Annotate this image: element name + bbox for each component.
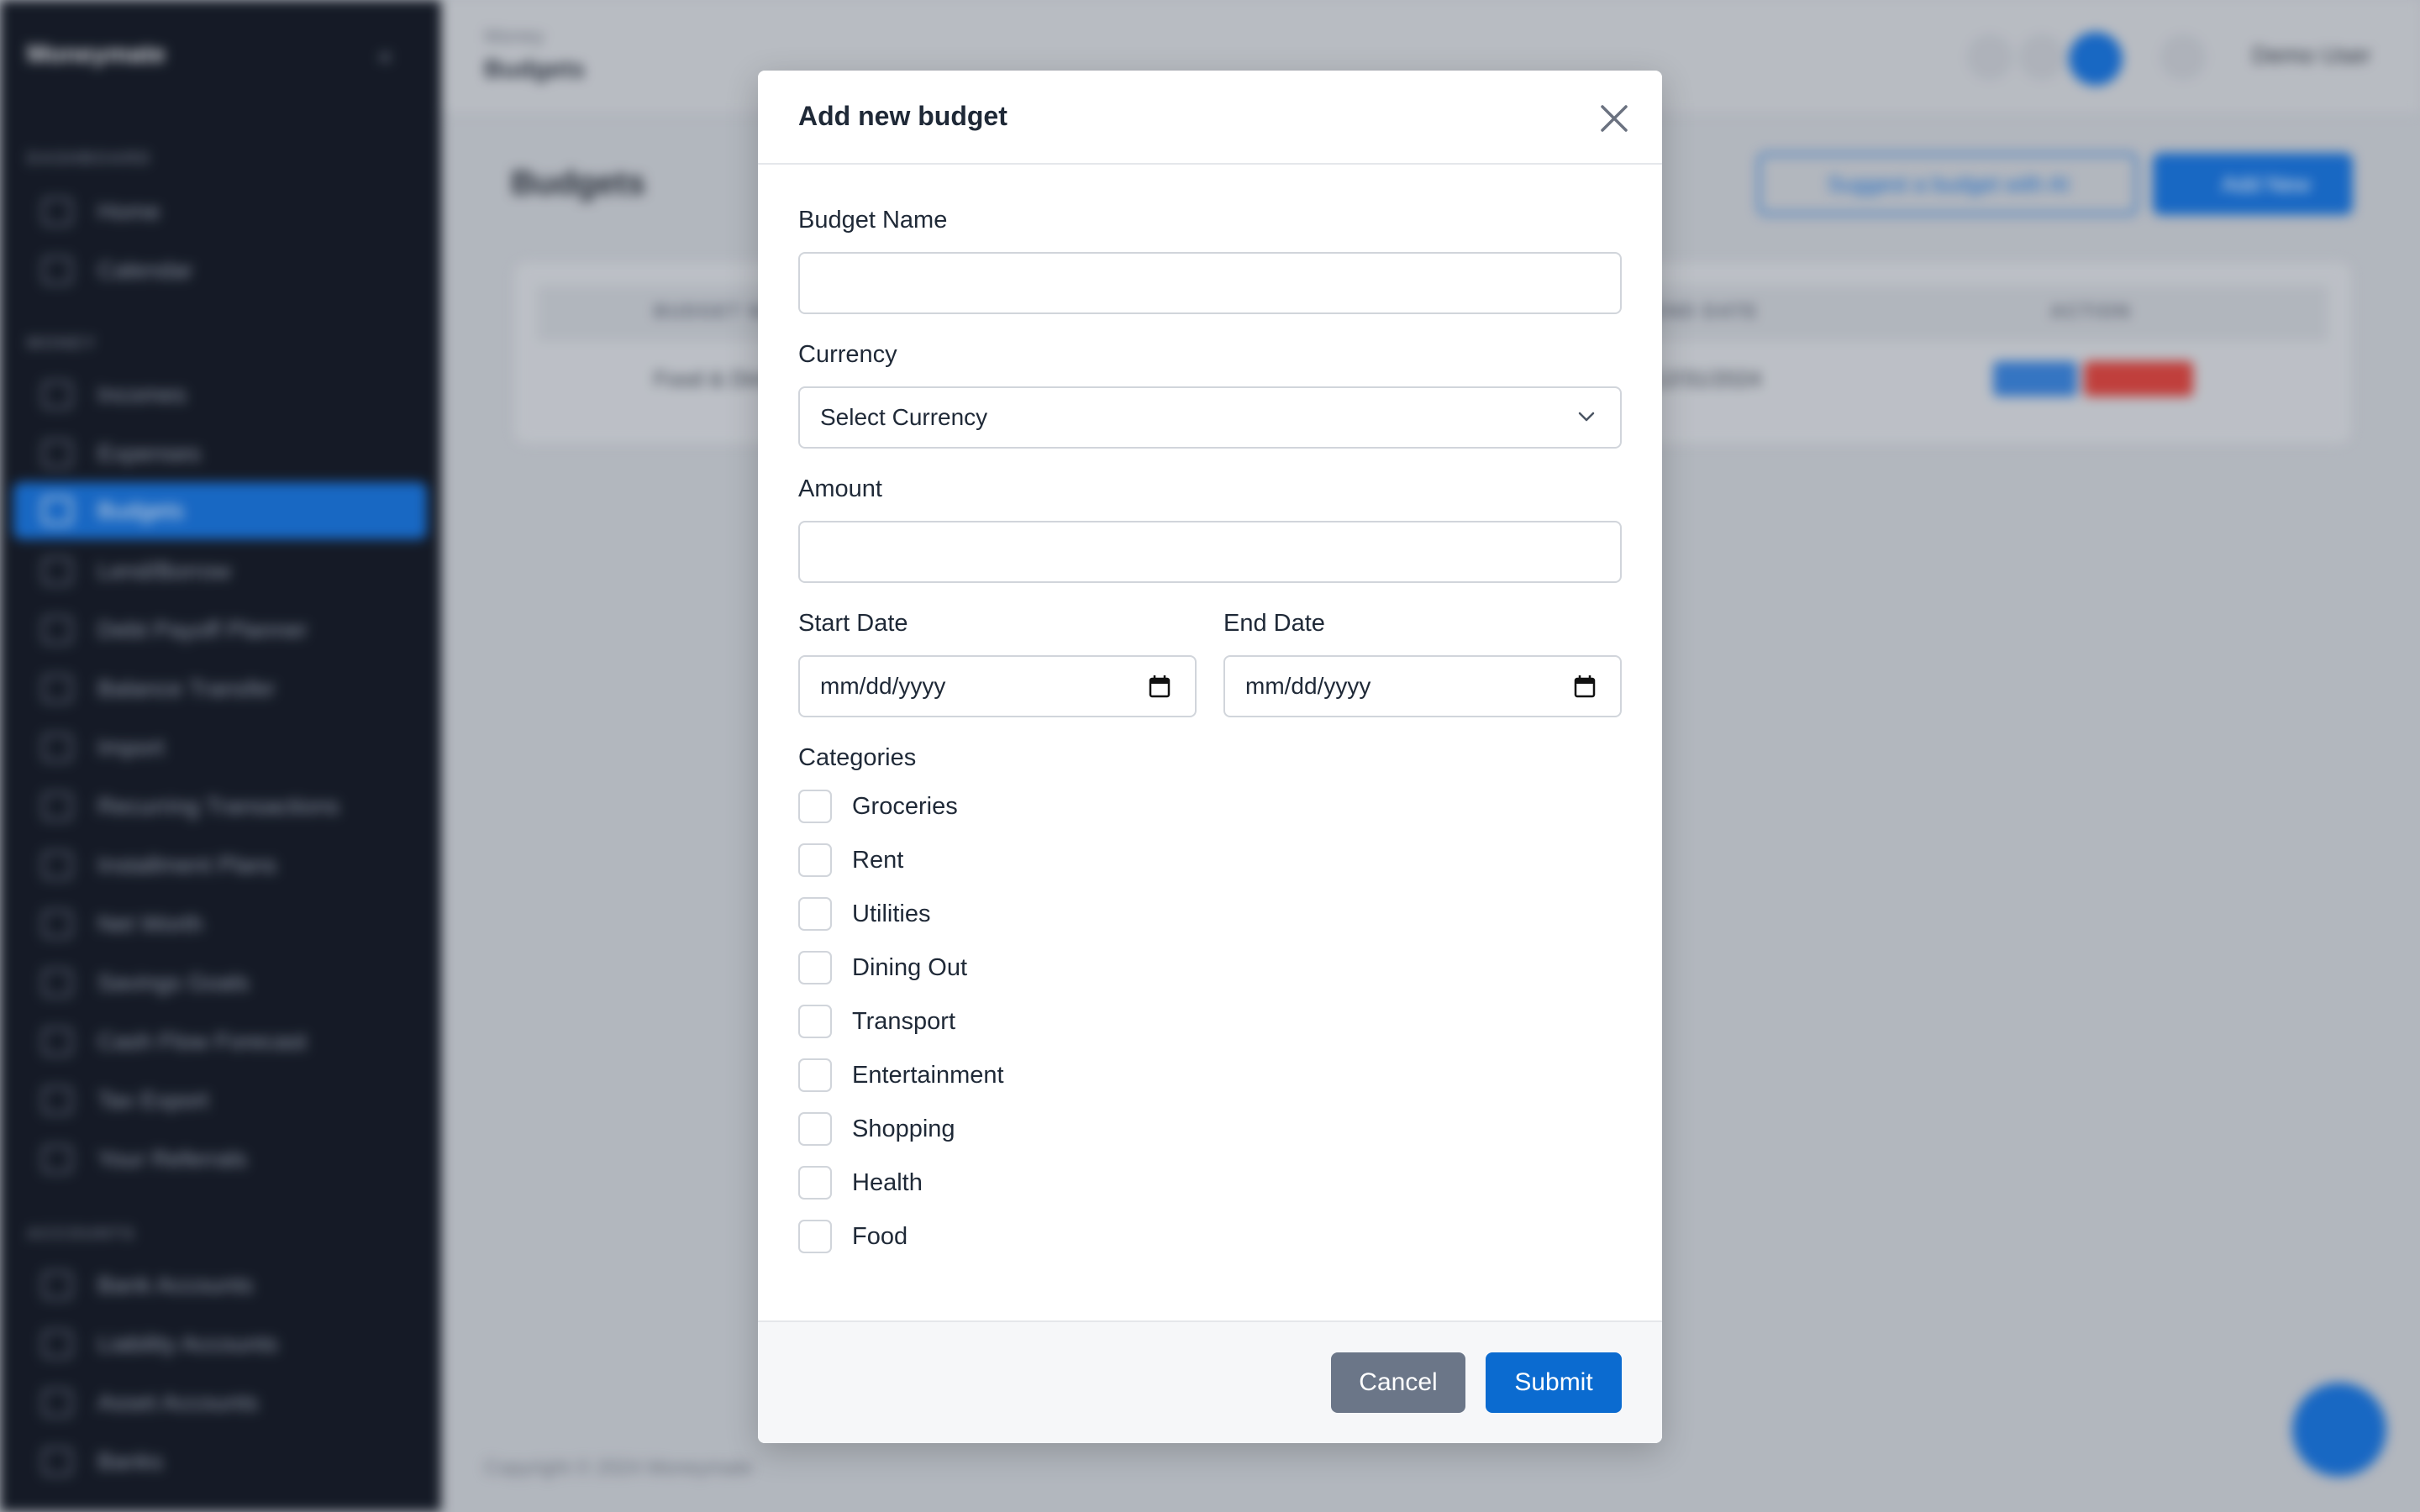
calendar-icon[interactable] bbox=[1148, 674, 1171, 699]
category-entertainment[interactable]: Entertainment bbox=[798, 1057, 1004, 1094]
category-utilities[interactable]: Utilities bbox=[798, 895, 930, 932]
categories-label: Categories bbox=[798, 744, 917, 771]
close-icon[interactable] bbox=[1595, 99, 1634, 138]
checkbox[interactable] bbox=[798, 897, 832, 931]
amount-label: Amount bbox=[798, 475, 882, 502]
start-date-input[interactable]: mm/dd/yyyy bbox=[798, 655, 1197, 717]
modal-title: Add new budget bbox=[798, 101, 1007, 131]
add-budget-modal: Add new budget Budget Name Currency Sele… bbox=[758, 71, 1662, 1443]
currency-select[interactable]: Select Currency bbox=[798, 386, 1622, 449]
cancel-button[interactable]: Cancel bbox=[1331, 1352, 1465, 1413]
end-date-label: End Date bbox=[1223, 610, 1325, 637]
category-dining-out[interactable]: Dining Out bbox=[798, 949, 967, 986]
checkbox[interactable] bbox=[798, 790, 832, 823]
checkbox[interactable] bbox=[798, 1005, 832, 1038]
start-date-label: Start Date bbox=[798, 610, 908, 637]
amount-input[interactable] bbox=[798, 521, 1622, 583]
category-health[interactable]: Health bbox=[798, 1164, 923, 1201]
budget-name-input[interactable] bbox=[798, 252, 1622, 314]
checkbox[interactable] bbox=[798, 1220, 832, 1253]
chevron-down-icon bbox=[1578, 412, 1595, 422]
modal-header: Add new budget bbox=[758, 71, 1662, 165]
category-groceries[interactable]: Groceries bbox=[798, 788, 958, 825]
category-food[interactable]: Food bbox=[798, 1218, 908, 1255]
checkbox[interactable] bbox=[798, 1112, 832, 1146]
start-date-value: mm/dd/yyyy bbox=[820, 673, 946, 699]
submit-button[interactable]: Submit bbox=[1486, 1352, 1622, 1413]
currency-select-value: Select Currency bbox=[820, 404, 988, 430]
end-date-input[interactable]: mm/dd/yyyy bbox=[1223, 655, 1622, 717]
category-transport[interactable]: Transport bbox=[798, 1003, 955, 1040]
calendar-icon[interactable] bbox=[1573, 674, 1597, 699]
checkbox[interactable] bbox=[798, 1166, 832, 1200]
category-rent[interactable]: Rent bbox=[798, 842, 903, 879]
end-date-value: mm/dd/yyyy bbox=[1245, 673, 1371, 699]
checkbox[interactable] bbox=[798, 843, 832, 877]
currency-label: Currency bbox=[798, 341, 897, 368]
budget-name-label: Budget Name bbox=[798, 207, 948, 234]
category-shopping[interactable]: Shopping bbox=[798, 1110, 955, 1147]
checkbox[interactable] bbox=[798, 951, 832, 984]
checkbox[interactable] bbox=[798, 1058, 832, 1092]
